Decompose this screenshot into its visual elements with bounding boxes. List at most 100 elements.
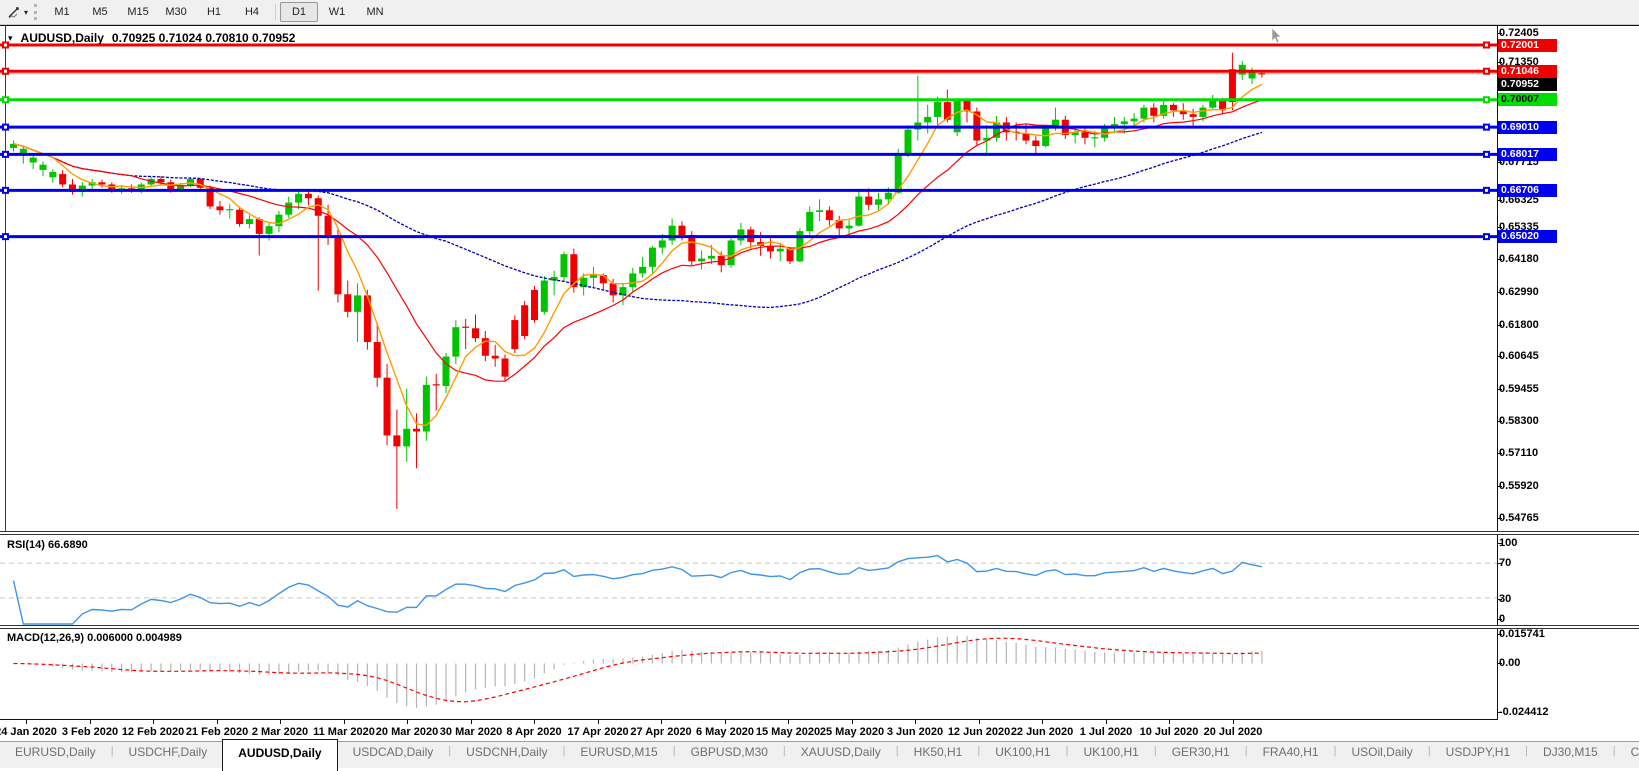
price-tick-label: 0.61800 (1499, 319, 1539, 332)
date-label: 15 May 2020 (756, 726, 820, 738)
date-tick (979, 720, 980, 724)
toolbar-separator (275, 4, 276, 20)
date-tick (1169, 720, 1170, 724)
chart-tab-china300-h4[interactable]: CHINA300,H4 (1616, 742, 1639, 767)
date-label: 21 Feb 2020 (186, 726, 248, 738)
date-tick (344, 720, 345, 724)
chart-tab-eurusd-m15[interactable]: EURUSD,M15 (565, 742, 672, 767)
main-chart-canvas (0, 25, 1497, 531)
chart-tab-gbpusd-m30[interactable]: GBPUSD,M30 (676, 742, 783, 767)
date-tick (153, 720, 154, 724)
date-tick (534, 720, 535, 724)
date-label: 20 Mar 2020 (376, 726, 438, 738)
rsi-tick-label: 70 (1499, 557, 1511, 570)
timeframe-button-w1[interactable]: W1 (318, 2, 356, 22)
timeframe-button-m5[interactable]: M5 (81, 2, 119, 22)
ma-slow-line (14, 132, 1262, 307)
date-tick (915, 720, 916, 724)
price-tick-label: 0.64180 (1499, 253, 1539, 266)
rsi-tick-label: 100 (1499, 537, 1517, 550)
date-tick (90, 720, 91, 724)
rsi-line (14, 556, 1262, 624)
timeframe-button-m15[interactable]: M15 (119, 2, 157, 22)
date-tick (1042, 720, 1043, 724)
macd-tick-label: 0.015741 (1499, 628, 1545, 641)
chart-tab-usdcad-daily[interactable]: USDCAD,Daily (338, 742, 449, 767)
date-label: 1 Jul 2020 (1080, 726, 1133, 738)
toolbar-grip[interactable] (34, 4, 37, 20)
rsi-tick-label: 30 (1499, 593, 1511, 606)
date-label: 25 May 2020 (820, 726, 884, 738)
price-tick-label: 0.59455 (1499, 383, 1539, 396)
chart-tab-usdcnh-daily[interactable]: USDCNH,Daily (451, 742, 562, 767)
current-price-box: 0.70952 (1498, 78, 1557, 91)
price-tick-label: 0.58300 (1499, 415, 1539, 428)
date-tick (26, 720, 27, 724)
chart-tab-uk100-h1[interactable]: UK100,H1 (980, 742, 1065, 767)
chart-tab-ger30-h1[interactable]: GER30,H1 (1157, 742, 1245, 767)
crosshair-tool-icon[interactable] (4, 3, 24, 21)
candlesticks (10, 53, 1265, 509)
hline-price-box: 0.72001 (1498, 39, 1557, 52)
date-label: 12 Jun 2020 (948, 726, 1010, 738)
date-label: 11 Mar 2020 (313, 726, 375, 738)
date-tick (661, 720, 662, 724)
hline-price-box: 0.69010 (1498, 121, 1557, 134)
timeframe-buttons: M1M5M15M30H1H4 D1W1MN (43, 2, 394, 22)
date-label: 3 Jun 2020 (887, 726, 943, 738)
hline-price-box: 0.71046 (1498, 65, 1557, 78)
date-label: 24 Jan 2020 (0, 726, 57, 738)
chart-tab-eurusd-daily[interactable]: EURUSD,Daily (0, 742, 111, 767)
date-label: 30 Mar 2020 (440, 726, 502, 738)
macd-tick-label: 0.00 (1499, 657, 1520, 670)
chart-tab-usoil-daily[interactable]: USOil,Daily (1336, 742, 1427, 767)
date-label: 22 Jun 2020 (1011, 726, 1073, 738)
price-tick-label: 0.55920 (1499, 480, 1539, 493)
date-tick (725, 720, 726, 724)
date-tick (217, 720, 218, 724)
rsi-tick-label: 0 (1499, 613, 1505, 626)
macd-panel-canvas (0, 629, 1497, 719)
date-label: 10 Jul 2020 (1140, 726, 1199, 738)
mouse-cursor-icon (1272, 28, 1281, 43)
date-label: 8 Apr 2020 (506, 726, 561, 738)
chart-tab-dj30-m15[interactable]: DJ30,M15 (1528, 742, 1613, 767)
date-label: 20 Jul 2020 (1204, 726, 1263, 738)
macd-tick-label: -0.024412 (1499, 706, 1549, 719)
date-label: 2 Mar 2020 (252, 726, 308, 738)
date-tick (1233, 720, 1234, 724)
chart-tab-xauusd-daily[interactable]: XAUUSD,Daily (786, 742, 896, 767)
rsi-panel-canvas (0, 535, 1497, 625)
chart-tab-audusd-daily[interactable]: AUDUSD,Daily (222, 739, 337, 771)
timeframe-button-m30[interactable]: M30 (157, 2, 195, 22)
date-tick (407, 720, 408, 724)
price-tick-label: 0.57110 (1499, 447, 1538, 460)
timeframe-button-d1[interactable]: D1 (280, 2, 318, 22)
toolbar: ▾ M1M5M15M30H1H4 D1W1MN (0, 0, 1639, 25)
date-label: 17 Apr 2020 (567, 726, 628, 738)
chart-tab-fra40-h1[interactable]: FRA40,H1 (1248, 742, 1334, 767)
hline-price-box: 0.66706 (1498, 184, 1557, 197)
chart-tab-usdjpy-h1[interactable]: USDJPY,H1 (1431, 742, 1525, 767)
chart-tab-hk50-h1[interactable]: HK50,H1 (899, 742, 978, 767)
price-tick-label: 0.60645 (1499, 350, 1539, 363)
timeframe-button-mn[interactable]: MN (356, 2, 394, 22)
date-label: 3 Feb 2020 (62, 726, 118, 738)
date-label: 12 Feb 2020 (122, 726, 184, 738)
date-tick (1106, 720, 1107, 724)
timeframe-button-h1[interactable]: H1 (195, 2, 233, 22)
price-tick-label: 0.54765 (1499, 512, 1539, 525)
macd-bottom-border (0, 719, 1497, 720)
date-tick (598, 720, 599, 724)
date-tick (788, 720, 789, 724)
timeframe-button-h4[interactable]: H4 (233, 2, 271, 22)
hline-price-box: 0.68017 (1498, 148, 1557, 161)
chart-tab-uk100-h1[interactable]: UK100,H1 (1068, 742, 1153, 767)
chart-tab-usdchf-daily[interactable]: USDCHF,Daily (114, 742, 223, 767)
date-label: 27 Apr 2020 (630, 726, 691, 738)
date-tick (280, 720, 281, 724)
timeframe-button-m1[interactable]: M1 (43, 2, 81, 22)
macd-signal-line (14, 638, 1262, 702)
tool-dropdown-caret-icon[interactable]: ▾ (24, 8, 28, 17)
date-tick (852, 720, 853, 724)
